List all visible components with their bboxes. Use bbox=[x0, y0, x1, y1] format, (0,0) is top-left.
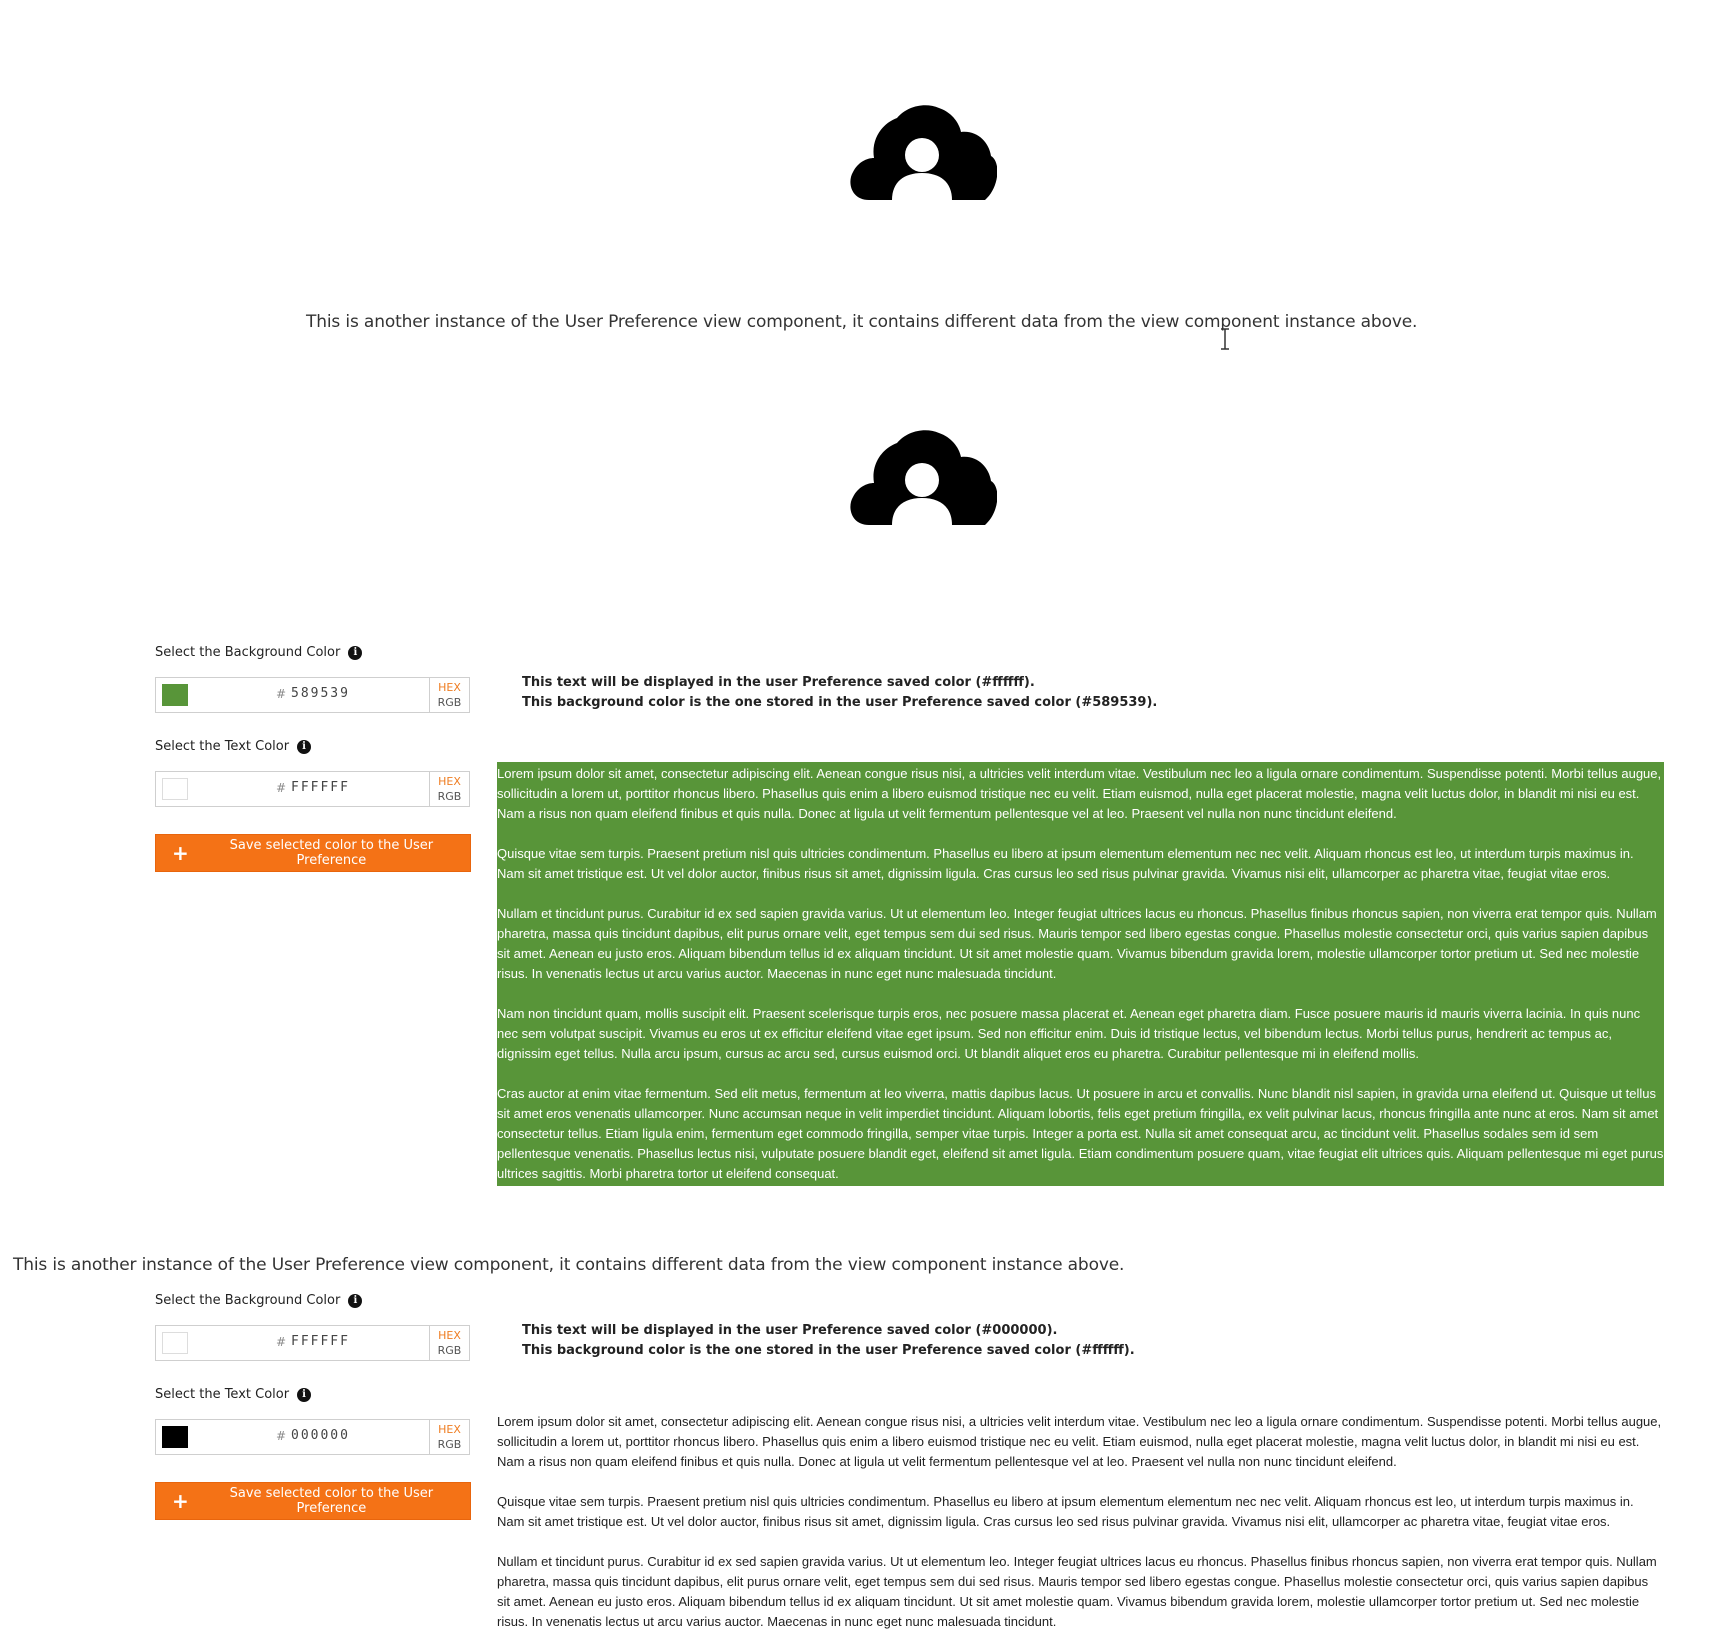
info-icon[interactable]: i bbox=[297, 739, 312, 754]
label-text: Select the Background Color bbox=[155, 1293, 341, 1308]
save-preference-button[interactable]: + Save selected color to the User Prefer… bbox=[155, 1482, 471, 1520]
plus-icon: + bbox=[172, 841, 189, 865]
text-color-picker[interactable]: # FFFFFF HEX RGB bbox=[155, 771, 470, 807]
preview-paragraph: Nam non tincidunt quam, mollis suscipit … bbox=[497, 1006, 1641, 1061]
intro-text: This is another instance of the User Pre… bbox=[306, 312, 1418, 332]
text-color-label: Select the Text Color i bbox=[155, 1387, 312, 1402]
color-mode-toggle[interactable]: HEX RGB bbox=[429, 772, 469, 806]
info-icon[interactable]: i bbox=[348, 1293, 363, 1308]
color-mode-toggle[interactable]: HEX RGB bbox=[429, 1420, 469, 1454]
info-line-background-color: This background color is the one stored … bbox=[522, 1343, 1135, 1358]
label-text: Select the Text Color bbox=[155, 1387, 290, 1402]
save-preference-button[interactable]: + Save selected color to the User Prefer… bbox=[155, 834, 471, 872]
mode-hex[interactable]: HEX bbox=[430, 1328, 469, 1343]
hash-symbol: # bbox=[276, 1335, 287, 1349]
mode-hex[interactable]: HEX bbox=[430, 774, 469, 789]
preview-paragraph: Lorem ipsum dolor sit amet, consectetur … bbox=[497, 766, 1662, 821]
preview-paragraph: Nullam et tincidunt purus. Curabitur id … bbox=[497, 1554, 1657, 1629]
background-color-label: Select the Background Color i bbox=[155, 1293, 363, 1308]
info-icon[interactable]: i bbox=[348, 645, 363, 660]
hash-symbol: # bbox=[276, 781, 287, 795]
mode-rgb[interactable]: RGB bbox=[430, 789, 469, 804]
info-line-background-color: This background color is the one stored … bbox=[522, 695, 1158, 710]
hex-input[interactable]: 000000 bbox=[291, 1428, 411, 1443]
hex-input[interactable]: FFFFFF bbox=[291, 1334, 411, 1349]
color-mode-toggle[interactable]: HEX RGB bbox=[429, 678, 469, 712]
color-mode-toggle[interactable]: HEX RGB bbox=[429, 1326, 469, 1360]
color-swatch[interactable] bbox=[162, 778, 188, 800]
mode-rgb[interactable]: RGB bbox=[430, 695, 469, 710]
mode-rgb[interactable]: RGB bbox=[430, 1343, 469, 1358]
mode-hex[interactable]: HEX bbox=[430, 680, 469, 695]
cloud-user-icon bbox=[847, 425, 997, 535]
preview-paragraph: Lorem ipsum dolor sit amet, consectetur … bbox=[497, 1414, 1662, 1469]
color-swatch[interactable] bbox=[162, 1332, 188, 1354]
preference-info: This text will be displayed in the user … bbox=[522, 1321, 1135, 1361]
text-color-label: Select the Text Color i bbox=[155, 739, 312, 754]
preview-text-block: Lorem ipsum dolor sit amet, consectetur … bbox=[497, 1410, 1664, 1634]
intro-text: This is another instance of the User Pre… bbox=[13, 1255, 1125, 1275]
label-text: Select the Background Color bbox=[155, 645, 341, 660]
color-swatch[interactable] bbox=[162, 684, 188, 706]
preview-paragraph: Cras auctor at enim vitae fermentum. Sed… bbox=[497, 1086, 1664, 1181]
cloud-user-icon bbox=[847, 100, 997, 210]
background-color-picker[interactable]: # FFFFFF HEX RGB bbox=[155, 1325, 470, 1361]
color-swatch[interactable] bbox=[162, 1426, 188, 1448]
info-icon[interactable]: i bbox=[297, 1387, 312, 1402]
mode-rgb[interactable]: RGB bbox=[430, 1437, 469, 1452]
info-line-text-color: This text will be displayed in the user … bbox=[522, 1323, 1058, 1338]
label-text: Select the Text Color bbox=[155, 739, 290, 754]
preview-text-block: Lorem ipsum dolor sit amet, consectetur … bbox=[497, 762, 1664, 1186]
plus-icon: + bbox=[172, 1489, 189, 1513]
hash-symbol: # bbox=[276, 687, 287, 701]
background-color-picker[interactable]: # 589539 HEX RGB bbox=[155, 677, 470, 713]
save-button-label: Save selected color to the User Preferen… bbox=[229, 1486, 434, 1516]
background-color-label: Select the Background Color i bbox=[155, 645, 363, 660]
preview-paragraph: Quisque vitae sem turpis. Praesent preti… bbox=[497, 1494, 1634, 1529]
text-cursor-icon bbox=[1219, 328, 1231, 350]
preview-paragraph: Nullam et tincidunt purus. Curabitur id … bbox=[497, 906, 1657, 981]
text-color-picker[interactable]: # 000000 HEX RGB bbox=[155, 1419, 470, 1455]
hash-symbol: # bbox=[276, 1429, 287, 1443]
save-button-label: Save selected color to the User Preferen… bbox=[229, 838, 434, 868]
preference-info: This text will be displayed in the user … bbox=[522, 673, 1157, 713]
mode-hex[interactable]: HEX bbox=[430, 1422, 469, 1437]
hex-input[interactable]: 589539 bbox=[291, 686, 411, 701]
info-line-text-color: This text will be displayed in the user … bbox=[522, 675, 1035, 690]
preview-paragraph: Quisque vitae sem turpis. Praesent preti… bbox=[497, 846, 1634, 881]
hex-input[interactable]: FFFFFF bbox=[291, 780, 411, 795]
